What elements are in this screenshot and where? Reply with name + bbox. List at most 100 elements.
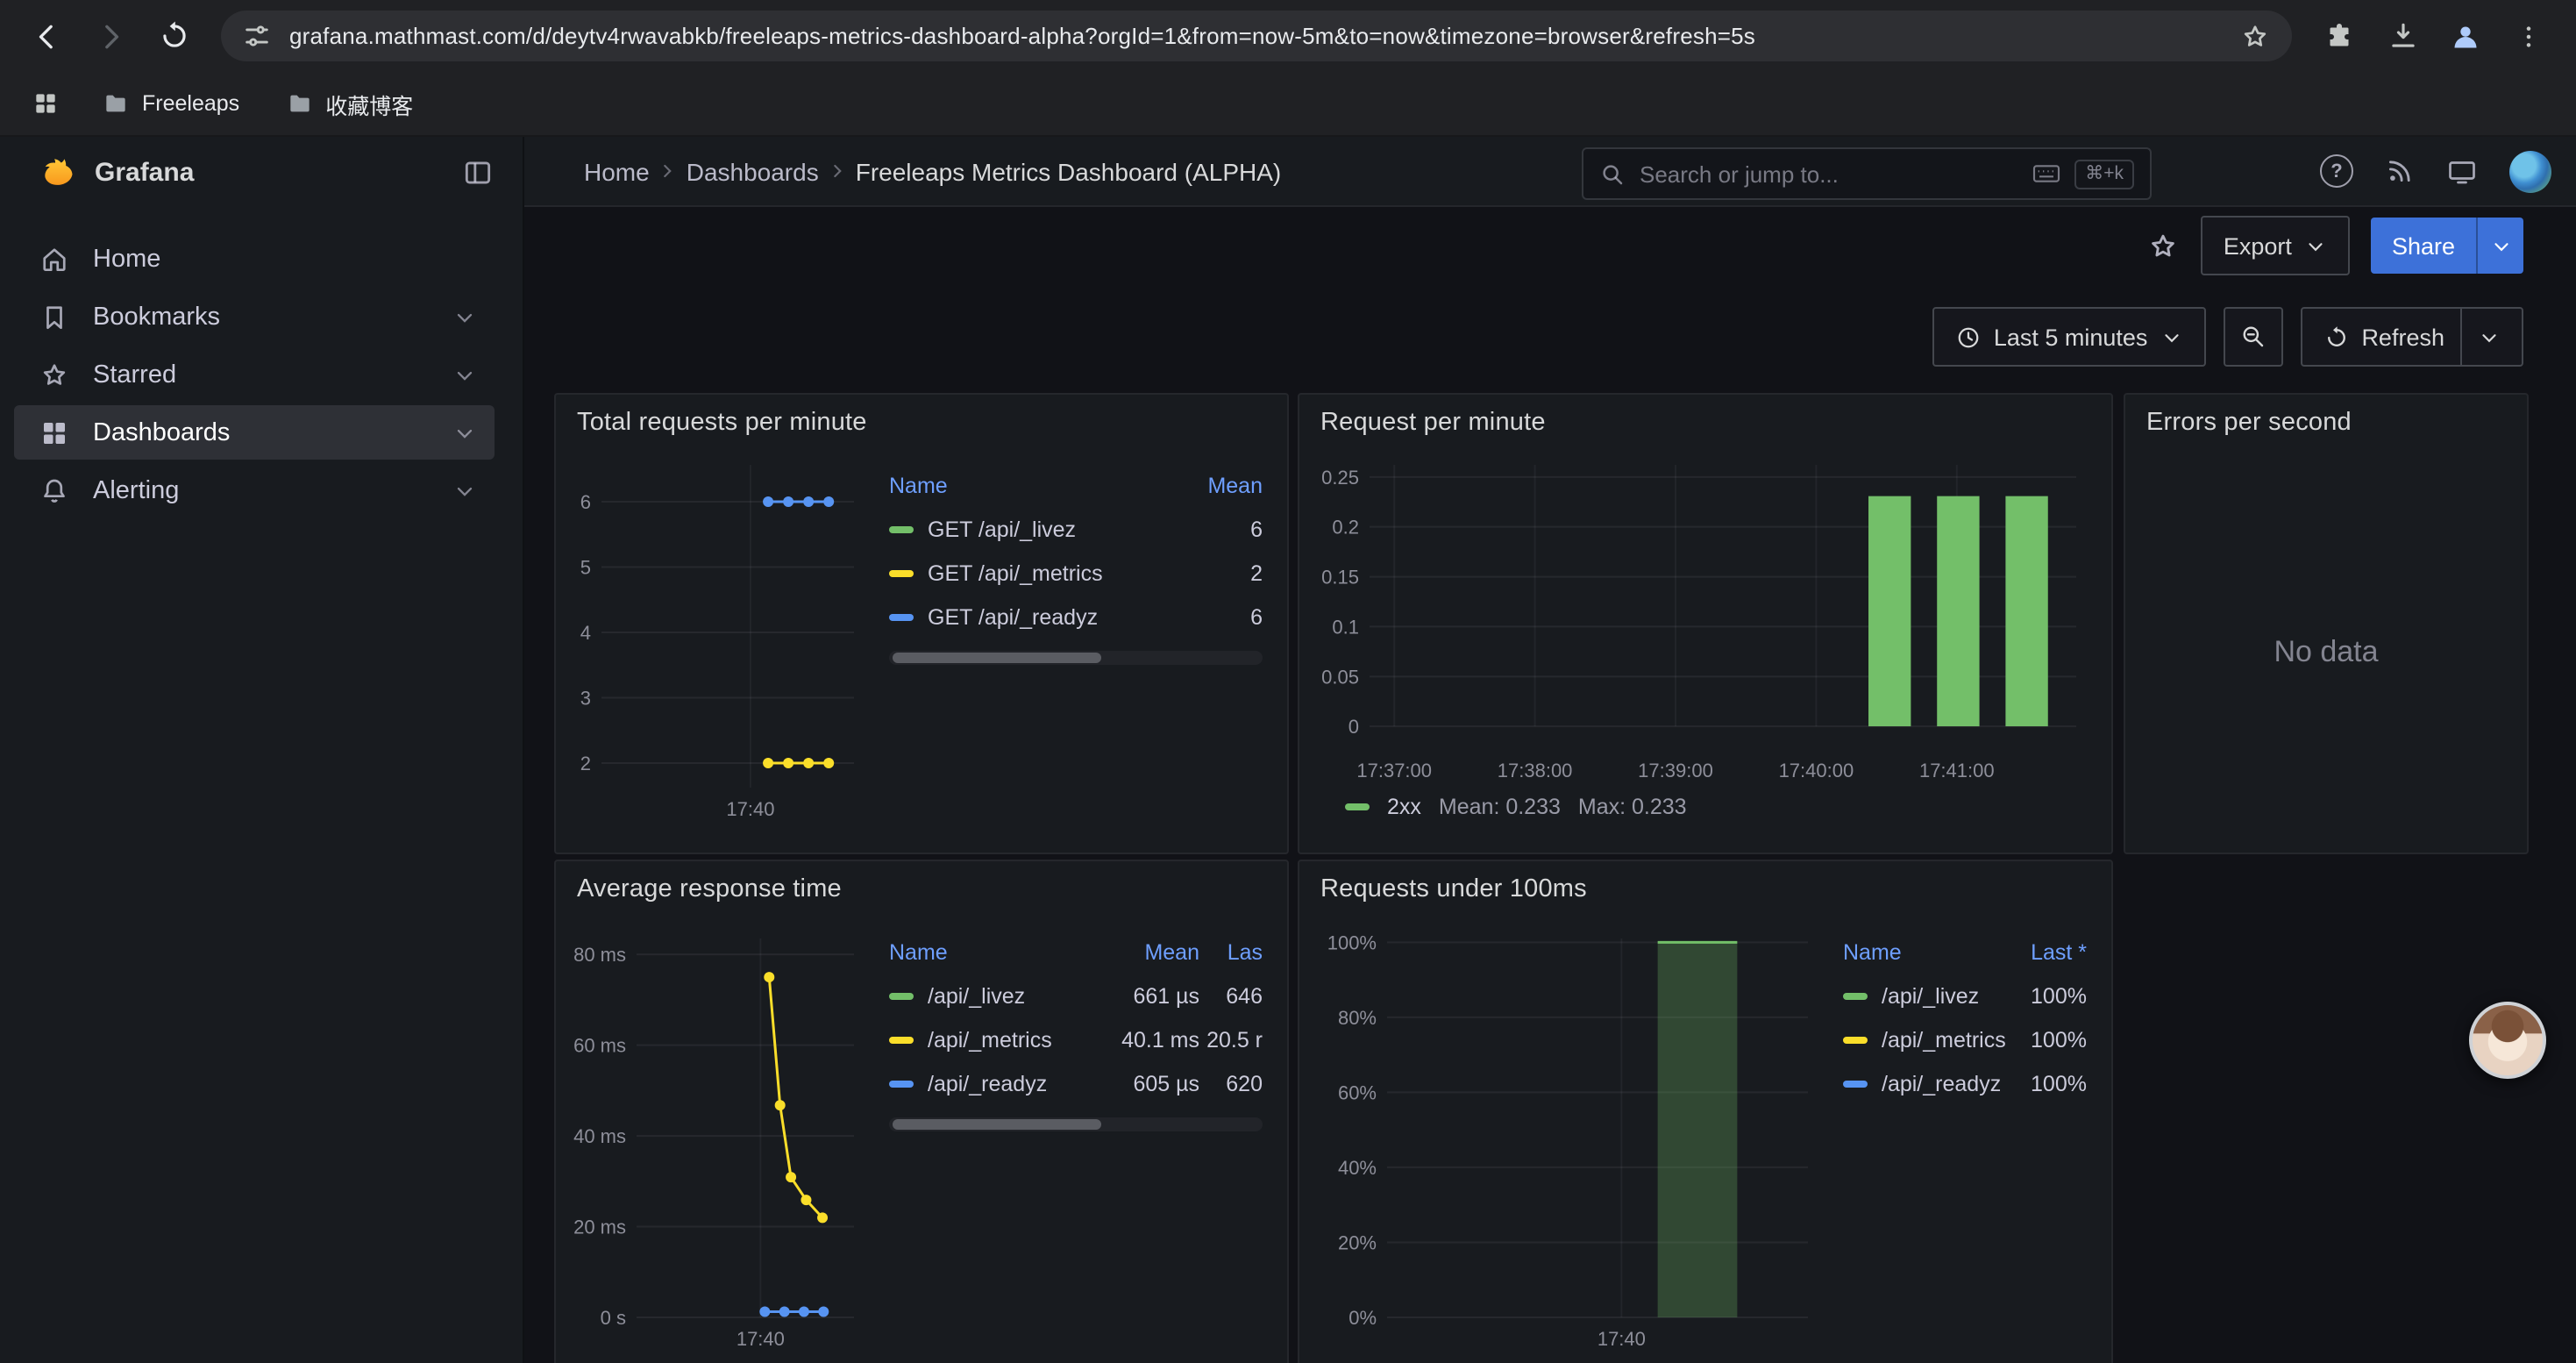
svg-text:17:37:00: 17:37:00 [1356, 760, 1432, 781]
panel-title: Errors per second [2146, 409, 2352, 437]
legend-col-mean[interactable]: Mean [1108, 940, 1199, 965]
share-split-button: Share [2371, 218, 2523, 274]
legend-col-last[interactable]: Las [1199, 940, 1263, 965]
legend-row[interactable]: /api/_metrics 40.1 ms 20.5 r [889, 1017, 1263, 1061]
bookmark-folder-blogs[interactable]: 收藏博客 [271, 80, 427, 127]
breadcrumb-dashboards[interactable]: Dashboards [687, 157, 819, 185]
average-response-chart: 80 ms60 ms40 ms20 ms0 s17:40 [566, 924, 868, 1356]
legend-col-mean[interactable]: Mean [1182, 474, 1263, 498]
panel-header[interactable]: Errors per second [2125, 395, 2527, 451]
series-name[interactable]: /api/_livez [928, 983, 1108, 1008]
profile-avatar-icon [2448, 18, 2483, 54]
svg-text:17:40: 17:40 [726, 798, 774, 820]
legend-table: Name Mean Las /api/_livez 661 µs 646 [868, 917, 1273, 1356]
chevron-down-icon[interactable] [2478, 325, 2501, 348]
panel-header[interactable]: Average response time [556, 861, 1287, 917]
bookmark-star-icon[interactable] [2239, 20, 2271, 52]
browser-menu-button[interactable] [2499, 6, 2558, 66]
time-range-picker[interactable]: Last 5 minutes [1932, 307, 2206, 367]
zoom-out-button[interactable] [2223, 307, 2282, 367]
sidebar-item-dashboards[interactable]: Dashboards [14, 405, 495, 460]
refresh-button[interactable]: Refresh [2300, 307, 2523, 367]
legend-scrollbar[interactable] [889, 1117, 1263, 1131]
back-button[interactable] [18, 6, 77, 66]
legend-row[interactable]: /api/_readyz 605 µs 620 [889, 1061, 1263, 1105]
scrollbar-thumb[interactable] [893, 1119, 1102, 1130]
dashboards-apps-icon [39, 417, 70, 448]
downloads-button[interactable] [2373, 6, 2432, 66]
bookmark-folder-freeleaps[interactable]: Freeleaps [88, 82, 253, 125]
legend-col-name[interactable]: Name [1843, 940, 2006, 965]
profile-button[interactable] [2436, 6, 2495, 66]
svg-text:17:40: 17:40 [737, 1328, 785, 1350]
news-rss-icon[interactable] [2385, 156, 2415, 186]
legend-col-last[interactable]: Last * [2006, 940, 2087, 965]
home-icon [39, 243, 70, 275]
series-color-chip [1843, 1080, 1868, 1087]
monitor-icon[interactable] [2446, 155, 2478, 187]
grafana-logo-icon[interactable] [39, 153, 77, 191]
legend-row[interactable]: GET /api/_readyz 6 [889, 595, 1263, 639]
legend-row[interactable]: /api/_metrics 100% [1843, 1017, 2087, 1061]
sidebar-item-starred[interactable]: Starred [14, 347, 495, 402]
assistant-avatar-button[interactable] [2469, 1002, 2546, 1079]
extensions-button[interactable] [2309, 6, 2369, 66]
series-last: 20.5 r [1199, 1027, 1263, 1052]
refresh-label: Refresh [2361, 324, 2444, 350]
legend-scrollbar[interactable] [889, 651, 1263, 665]
series-name[interactable]: /api/_livez [1882, 983, 2006, 1008]
series-name[interactable]: /api/_metrics [1882, 1027, 2006, 1052]
legend-col-name[interactable]: Name [889, 474, 1182, 498]
series-name[interactable]: 2xx [1387, 795, 1421, 819]
sidebar-item-alerting[interactable]: Alerting [14, 463, 495, 517]
panel-requests-under-100ms: Requests under 100ms 100%80%60%40%20%0%1… [1298, 860, 2113, 1363]
chevron-down-icon[interactable] [452, 420, 477, 445]
share-button[interactable]: Share [2371, 218, 2476, 274]
chevron-right-icon [826, 160, 849, 182]
legend-row[interactable]: /api/_livez 100% [1843, 974, 2087, 1017]
extensions-puzzle-icon [2323, 20, 2355, 52]
breadcrumb-home[interactable]: Home [584, 157, 650, 185]
panel-header[interactable]: Total requests per minute [556, 395, 1287, 451]
panel-header[interactable]: Requests under 100ms [1299, 861, 2111, 917]
search-icon [1599, 161, 1626, 187]
legend-row[interactable]: /api/_livez 661 µs 646 [889, 974, 1263, 1017]
panel-header[interactable]: Request per minute [1299, 395, 2111, 451]
header-icons: ? [2320, 137, 2551, 205]
export-button[interactable]: Export [2201, 216, 2350, 275]
series-name[interactable]: GET /api/_metrics [928, 560, 1182, 585]
sidebar-item-bookmarks[interactable]: Bookmarks [14, 289, 495, 344]
url-text[interactable]: grafana.mathmast.com/d/deytv4rwavabkb/fr… [289, 23, 2222, 49]
share-menu-button[interactable] [2476, 218, 2523, 274]
chevron-down-icon[interactable] [452, 362, 477, 387]
svg-text:20 ms: 20 ms [573, 1217, 626, 1238]
url-bar[interactable]: grafana.mathmast.com/d/deytv4rwavabkb/fr… [221, 11, 2292, 61]
svg-text:80%: 80% [1338, 1007, 1377, 1029]
series-name[interactable]: /api/_readyz [1882, 1071, 2006, 1095]
legend-row[interactable]: GET /api/_livez 6 [889, 507, 1263, 551]
legend-row[interactable]: GET /api/_metrics 2 [889, 551, 1263, 595]
help-icon[interactable]: ? [2320, 154, 2353, 188]
legend-col-name[interactable]: Name [889, 940, 1108, 965]
chevron-down-icon [2160, 325, 2182, 348]
svg-text:4: 4 [580, 622, 591, 644]
series-name[interactable]: /api/_metrics [928, 1027, 1108, 1052]
series-name[interactable]: GET /api/_livez [928, 517, 1182, 541]
forward-button[interactable] [81, 6, 140, 66]
dock-sidebar-icon[interactable] [461, 155, 495, 189]
search-input[interactable]: Search or jump to... ⌘+k [1582, 147, 2152, 200]
star-dashboard-icon[interactable] [2146, 229, 2180, 262]
series-name[interactable]: /api/_readyz [928, 1071, 1108, 1095]
apps-shortcut-button[interactable] [21, 79, 70, 128]
reload-button[interactable] [144, 6, 203, 66]
sidebar-item-home[interactable]: Home [14, 232, 495, 286]
scrollbar-thumb[interactable] [893, 653, 1102, 663]
chevron-down-icon[interactable] [452, 304, 477, 329]
user-avatar[interactable] [2509, 150, 2551, 192]
keyboard-icon [2032, 163, 2060, 184]
series-name[interactable]: GET /api/_readyz [928, 604, 1182, 629]
chevron-down-icon[interactable] [452, 478, 477, 503]
site-settings-icon[interactable] [242, 21, 272, 51]
legend-row[interactable]: /api/_readyz 100% [1843, 1061, 2087, 1105]
series-color-chip [889, 613, 914, 620]
